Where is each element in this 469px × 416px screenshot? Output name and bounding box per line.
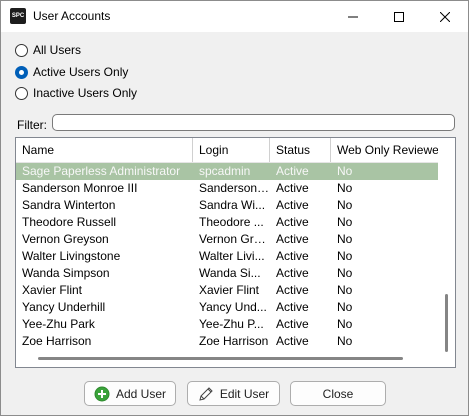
column-header-status[interactable]: Status <box>270 138 331 162</box>
filter-input[interactable] <box>52 114 455 131</box>
add-user-button[interactable]: Add User <box>84 381 176 406</box>
cell-web-only-reviewer: No <box>337 334 353 348</box>
cell-name: Sandra Winterton <box>22 198 116 212</box>
cell-login: Walter Livi... <box>199 249 265 263</box>
table-row[interactable]: Walter Livingstone Walter Livi... Active No <box>16 248 438 265</box>
cell-name: Vernon Greyson <box>22 232 109 246</box>
cell-web-only-reviewer: No <box>337 215 353 229</box>
table-row[interactable]: Xavier Flint Xavier Flint Active No <box>16 282 438 299</box>
table-row[interactable]: Sage Paperless Administrator spcadmin Acti… <box>16 163 438 180</box>
cell-status: Active <box>276 300 309 314</box>
add-user-label: Add User <box>115 386 167 401</box>
close-button[interactable]: Close <box>290 381 386 406</box>
app-icon: SPC <box>10 8 26 24</box>
table-row[interactable]: Yancy Underhill Yancy Und... Active No <box>16 299 438 316</box>
cell-login: Sandra Wi... <box>199 198 266 212</box>
radio-all-users[interactable]: All Users <box>15 41 81 59</box>
column-header-login[interactable]: Login <box>193 138 270 162</box>
table-row[interactable]: Wanda Simpson Wanda Si... Active No <box>16 265 438 282</box>
cell-login: Yancy Und... <box>199 300 267 314</box>
cell-web-only-reviewer: No <box>337 317 353 331</box>
cell-name: Zoe Harrison <box>22 334 92 348</box>
close-icon <box>440 11 450 22</box>
cell-login: Xavier Flint <box>199 283 260 297</box>
horizontal-scrollbar[interactable] <box>16 350 438 367</box>
cell-name: Yancy Underhill <box>22 300 106 314</box>
cell-web-only-reviewer: No <box>337 266 353 280</box>
radio-inactive-users-only[interactable]: Inactive Users Only <box>15 84 137 102</box>
cell-status: Active <box>276 164 309 178</box>
radio-label: Inactive Users Only <box>33 86 138 100</box>
table-row[interactable]: Vernon Greyson Vernon Gre... Active No <box>16 231 438 248</box>
cell-status: Active <box>276 181 309 195</box>
cell-login: Yee-Zhu P... <box>199 317 264 331</box>
minimize-button[interactable] <box>330 1 376 32</box>
cell-name: Sanderson Monroe III <box>22 181 138 195</box>
cell-status: Active <box>276 317 309 331</box>
cell-name: Wanda Simpson <box>22 266 110 280</box>
table-row[interactable]: Theodore Russell Theodore ... Active No <box>16 214 438 231</box>
close-window-button[interactable] <box>422 1 468 32</box>
cell-login: spcadmin <box>199 164 251 178</box>
column-header-name[interactable]: Name <box>16 138 193 162</box>
radio-active-users-only[interactable]: Active Users Only <box>15 63 128 81</box>
radio-button[interactable] <box>15 65 28 79</box>
vertical-scrollbar[interactable] <box>440 163 454 367</box>
user-accounts-window: SPC User Accounts All Users Active Users… <box>0 0 469 416</box>
cell-web-only-reviewer: No <box>337 181 353 195</box>
cell-status: Active <box>276 249 309 263</box>
radio-button[interactable] <box>15 86 28 100</box>
pencil-icon <box>198 386 214 402</box>
users-table[interactable]: Name Login Status Web Only Reviewer Sage… <box>15 137 456 368</box>
cell-status: Active <box>276 198 309 212</box>
cell-name: Yee-Zhu Park <box>22 317 95 331</box>
cell-name: Walter Livingstone <box>22 249 121 263</box>
cell-web-only-reviewer: No <box>337 300 353 314</box>
radio-label: All Users <box>33 43 82 57</box>
close-label: Close <box>322 386 354 401</box>
cell-status: Active <box>276 215 309 229</box>
cell-status: Active <box>276 283 309 297</box>
cell-login: Sanderson ... <box>199 181 270 195</box>
maximize-icon <box>394 11 404 22</box>
radio-label: Active Users Only <box>33 65 129 79</box>
column-header-web-only-reviewer[interactable]: Web Only Reviewer <box>331 138 438 162</box>
table-row[interactable]: Yee-Zhu Park Yee-Zhu P... Active No <box>16 316 438 333</box>
cell-status: Active <box>276 334 309 348</box>
cell-name: Sage Paperless Administrator <box>22 164 181 178</box>
minimize-icon <box>348 16 358 17</box>
edit-user-label: Edit User <box>219 386 270 401</box>
cell-web-only-reviewer: No <box>337 198 353 212</box>
table-row[interactable]: Sandra Winterton Sandra Wi... Active No <box>16 197 438 214</box>
filter-label: Filter: <box>17 118 47 132</box>
title-bar[interactable]: SPC User Accounts <box>1 1 468 32</box>
table-row[interactable]: Zoe Harrison Zoe Harrison Active No <box>16 333 438 350</box>
cell-web-only-reviewer: No <box>337 164 353 178</box>
maximize-button[interactable] <box>376 1 422 32</box>
cell-name: Xavier Flint <box>22 283 83 297</box>
edit-user-button[interactable]: Edit User <box>187 381 280 406</box>
vertical-scroll-thumb[interactable] <box>445 294 448 352</box>
cell-name: Theodore Russell <box>22 215 117 229</box>
cell-login: Zoe Harrison <box>199 334 269 348</box>
cell-web-only-reviewer: No <box>337 283 353 297</box>
cell-status: Active <box>276 232 309 246</box>
table-row[interactable]: Sanderson Monroe III Sanderson ... Active N… <box>16 180 438 197</box>
cell-web-only-reviewer: No <box>337 249 353 263</box>
cell-login: Vernon Gre... <box>199 232 270 246</box>
horizontal-scroll-thumb[interactable] <box>38 357 403 360</box>
cell-web-only-reviewer: No <box>337 232 353 246</box>
table-header: Name Login Status Web Only Reviewer <box>16 138 438 163</box>
cell-status: Active <box>276 266 309 280</box>
radio-button[interactable] <box>15 43 28 57</box>
window-title: User Accounts <box>33 9 111 23</box>
cell-login: Wanda Si... <box>199 266 261 280</box>
cell-login: Theodore ... <box>199 215 264 229</box>
plus-circle-icon <box>94 386 110 402</box>
